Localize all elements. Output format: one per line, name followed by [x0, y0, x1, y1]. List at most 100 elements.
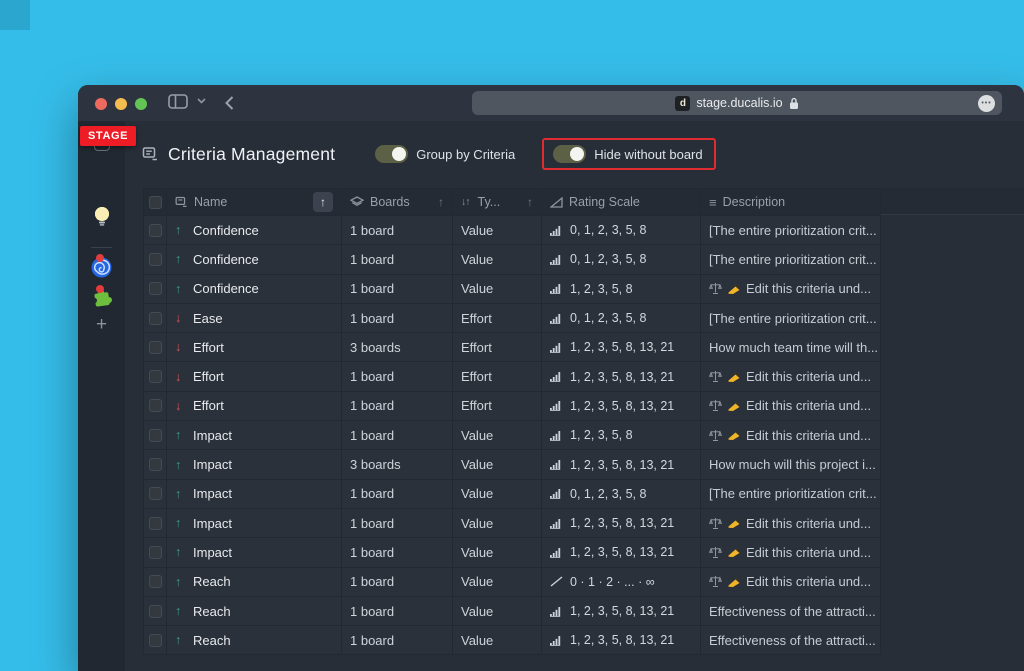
description-text: Edit this criteria und...: [746, 281, 871, 297]
row-checkbox[interactable]: [148, 575, 162, 589]
row-checkbox[interactable]: [148, 633, 162, 647]
description-cell: Effectiveness of the attracti...: [701, 597, 882, 625]
boards-count: 1 board: [350, 251, 395, 267]
table-row[interactable]: ↓ Ease 1 board Effort 0, 1, 2, 3, 5, 8 [The e…: [144, 302, 880, 333]
rating-scale-values: 1, 2, 3, 5, 8: [570, 428, 633, 443]
rating-scale-cell: 0, 1, 2, 3, 5, 8: [542, 303, 701, 333]
hide-without-board-toggle[interactable]: [553, 145, 587, 163]
group-by-criteria-toggle[interactable]: [375, 145, 409, 163]
table-row[interactable]: ↑ Impact 3 boards Value 1, 2, 3, 5, 8, 13, 2…: [144, 449, 880, 479]
table-row[interactable]: ↑ Impact 1 board Value 0, 1, 2, 3, 5, 8 [The …: [144, 478, 880, 508]
table-row[interactable]: ↑ Impact 1 board Value 1, 2, 3, 5, 8, 13, 21…: [144, 507, 880, 538]
rating-scale-values: 1, 2, 3, 5, 8, 13, 21: [570, 369, 675, 384]
bar-chart-icon: [550, 518, 563, 529]
rating-scale-cell: 1, 2, 3, 5, 8, 13, 21: [542, 333, 701, 362]
close-window-button[interactable]: [95, 98, 107, 110]
row-checkbox[interactable]: [148, 399, 162, 413]
sidebar-add-button[interactable]: +: [78, 314, 125, 335]
criteria-type: Effort: [461, 339, 492, 355]
boards-cell: 1 board: [342, 391, 453, 421]
criteria-name: Confidence: [193, 222, 259, 238]
column-header-rating-scale[interactable]: Rating Scale: [542, 189, 701, 215]
description-cell: Edit this criteria und...: [701, 275, 882, 303]
column-header-description[interactable]: ≡ Description: [701, 189, 882, 215]
boards-cell: 1 board: [342, 479, 453, 508]
criteria-name: Impact: [193, 457, 233, 473]
boards-cell: 3 boards: [342, 450, 453, 479]
type-cell: Effort: [453, 391, 542, 421]
select-all-checkbox[interactable]: [148, 195, 162, 209]
row-checkbox[interactable]: [148, 311, 162, 325]
address-bar[interactable]: d stage.ducalis.io •••: [472, 91, 1002, 115]
red-annotation-box: Hide without board: [542, 138, 716, 170]
direction-up-icon: ↑: [175, 633, 182, 648]
row-checkbox[interactable]: [148, 223, 162, 237]
row-checkbox[interactable]: [148, 458, 162, 472]
name-cell: ↓ Effort: [167, 391, 342, 421]
table-row[interactable]: ↑ Confidence 1 board Value 0, 1, 2, 3, 5, 8 […: [144, 244, 880, 274]
table-row[interactable]: ↑ Reach 1 board Value 0 · 1 · 2 · ... · ∞ Edi…: [144, 566, 880, 596]
row-select-cell: [144, 245, 167, 274]
back-button-icon[interactable]: [225, 96, 234, 110]
zoom-window-button[interactable]: [135, 98, 147, 110]
table-row[interactable]: ↑ Confidence 1 board Value 0, 1, 2, 3, 5, 8 […: [144, 215, 880, 245]
row-checkbox[interactable]: [148, 604, 162, 618]
direction-up-icon: ↑: [175, 516, 182, 531]
minimize-window-button[interactable]: [115, 98, 127, 110]
row-checkbox[interactable]: [148, 252, 162, 266]
row-checkbox[interactable]: [148, 282, 162, 296]
page-menu-icon[interactable]: •••: [978, 94, 995, 112]
table-row[interactable]: ↓ Effort 3 boards Effort 1, 2, 3, 5, 8, 13, …: [144, 332, 880, 362]
rating-scale-values: 1, 2, 3, 5, 8, 13, 21: [570, 604, 675, 618]
table-row[interactable]: ↑ Impact 1 board Value 1, 2, 3, 5, 8 Edit thi…: [144, 420, 880, 450]
boards-icon: [350, 196, 364, 208]
table-row[interactable]: ↓ Effort 1 board Effort 1, 2, 3, 5, 8, 13, 2…: [144, 390, 880, 421]
rating-scale-cell: 0, 1, 2, 3, 5, 8: [542, 216, 701, 245]
row-select-cell: [144, 391, 167, 421]
group-by-criteria-label: Group by Criteria: [416, 146, 516, 162]
sidebar-toggle-icon[interactable]: [168, 94, 188, 109]
chevron-down-icon[interactable]: [197, 98, 206, 104]
sidebar-item-ideas[interactable]: [78, 205, 125, 227]
row-checkbox[interactable]: [148, 487, 162, 501]
row-checkbox[interactable]: [148, 370, 162, 384]
table-row[interactable]: ↑ Reach 1 board Value 1, 2, 3, 5, 8, 13, 21 E…: [144, 625, 880, 655]
table-header-extension: [881, 188, 1024, 215]
row-checkbox[interactable]: [148, 428, 162, 442]
table-row[interactable]: ↑ Confidence 1 board Value 1, 2, 3, 5, 8 Edit…: [144, 273, 882, 303]
sidebar-item-board-puzzle[interactable]: [78, 285, 125, 309]
description-text: [The entire prioritization crit...: [709, 251, 877, 267]
criteria-name: Ease: [193, 310, 223, 326]
toggle-knob: [570, 147, 585, 161]
column-header-boards[interactable]: Boards ↑: [342, 189, 453, 215]
column-header-name[interactable]: Name ↑: [167, 189, 342, 215]
row-select-cell: [144, 596, 167, 626]
row-select-cell: [144, 216, 167, 245]
boards-cell: 1 board: [342, 216, 453, 245]
criteria-name: Confidence: [193, 251, 259, 267]
description-text: Edit this criteria und...: [746, 427, 871, 443]
writing-hand-icon: [727, 517, 741, 529]
table-row[interactable]: ↑ Reach 1 board Value 1, 2, 3, 5, 8, 13, 21 E…: [144, 595, 882, 626]
rating-scale-values: 0, 1, 2, 3, 5, 8: [570, 252, 647, 267]
plus-icon: +: [95, 314, 108, 335]
sort-arrows-icon: ↓↑: [461, 196, 470, 208]
window-controls: [95, 98, 147, 110]
direction-down-icon: ↓: [175, 398, 182, 413]
column-header-type[interactable]: ↓↑ Ty... ↑: [453, 189, 542, 215]
row-checkbox[interactable]: [148, 340, 162, 354]
type-cell: Value: [453, 508, 542, 538]
sort-asc-button[interactable]: ↑: [313, 192, 333, 212]
app-sidebar: +: [78, 121, 125, 671]
rating-scale-cell: 1, 2, 3, 5, 8, 13, 21: [542, 538, 701, 567]
criteria-type: Value: [461, 486, 494, 502]
lock-icon: [789, 97, 798, 109]
direction-up-icon: ↑: [175, 545, 182, 560]
row-checkbox[interactable]: [148, 516, 162, 530]
sidebar-item-board-spiral[interactable]: [78, 254, 125, 278]
row-checkbox[interactable]: [148, 545, 162, 559]
table-row[interactable]: ↑ Impact 1 board Value 1, 2, 3, 5, 8, 13, 21…: [144, 537, 880, 567]
sort-icon: ↑: [438, 195, 444, 209]
table-row[interactable]: ↓ Effort 1 board Effort 1, 2, 3, 5, 8, 13, 2…: [144, 361, 880, 391]
column-label: Ty...: [477, 195, 501, 209]
